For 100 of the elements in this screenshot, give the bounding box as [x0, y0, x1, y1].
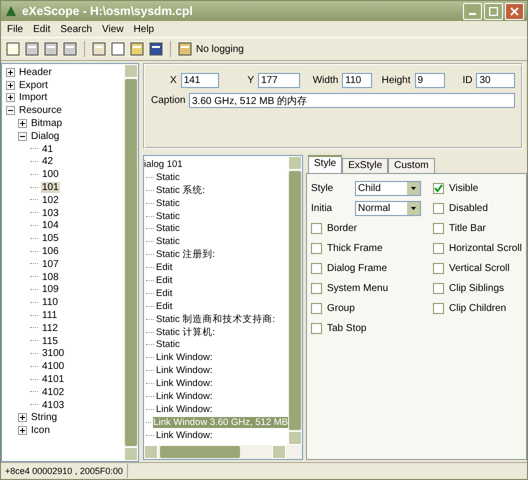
menu-item[interactable]: Search [60, 24, 92, 34]
tree-item[interactable]: 106 [41, 246, 60, 258]
menu-item[interactable]: File [7, 24, 24, 34]
dropdown-label: Initia [311, 203, 334, 214]
dropdown[interactable]: Normal [355, 201, 421, 216]
tree-item[interactable]: 3100 [41, 348, 66, 360]
tree-item[interactable]: 41 [41, 144, 54, 155]
list-item[interactable]: Link Window: [156, 390, 212, 402]
scrollbar[interactable] [288, 156, 302, 445]
tree-item[interactable]: 4103 [41, 400, 66, 411]
expand-icon[interactable] [6, 93, 15, 102]
list-item[interactable]: Edit [156, 300, 172, 312]
tree-item[interactable]: 4101 [41, 374, 66, 386]
list-item[interactable]: Link Window: [156, 430, 212, 441]
tree-item[interactable]: Import [18, 92, 48, 104]
tree-item[interactable]: 111 [41, 310, 58, 322]
expand-icon[interactable] [6, 68, 15, 77]
list-item[interactable]: Static 系统: [156, 184, 206, 197]
checkbox[interactable] [433, 283, 444, 294]
tree-item[interactable]: 102 [41, 194, 60, 206]
tree-item[interactable]: 103 [41, 208, 60, 219]
tree-item[interactable]: Icon [30, 425, 51, 436]
expand-icon[interactable] [18, 426, 27, 436]
checkbox[interactable] [311, 303, 322, 314]
list-item[interactable]: Link Window: [156, 404, 212, 415]
tree-item[interactable]: 4100 [41, 361, 66, 372]
expand-icon[interactable] [18, 119, 27, 128]
checkbox[interactable] [433, 243, 444, 254]
checkbox[interactable] [311, 263, 322, 274]
tree-item[interactable]: 107 [41, 258, 60, 270]
tree-item[interactable]: 110 [41, 297, 59, 308]
checkbox-label: Clip Children [449, 303, 506, 314]
checkbox[interactable] [311, 283, 322, 294]
list-item[interactable]: Static 制造商和技术支持商: [156, 312, 276, 326]
tree-item[interactable]: Dialog [30, 130, 60, 142]
checkmark-icon [434, 184, 443, 193]
dropdown[interactable]: Child [355, 181, 421, 196]
menu-item[interactable]: Help [134, 24, 154, 34]
tab[interactable]: Style [308, 155, 342, 173]
tree-item[interactable]: Resource [18, 105, 63, 116]
close-button[interactable] [505, 2, 524, 20]
tree-item[interactable]: 42 [41, 156, 54, 168]
list-item[interactable]: Edit [156, 274, 172, 286]
list-item[interactable]: Edit [156, 262, 172, 274]
tree-item[interactable]: String [30, 412, 58, 424]
list-item[interactable]: Static [156, 236, 180, 248]
list-item[interactable]: Link Window: [156, 378, 212, 390]
maximize-button[interactable] [484, 2, 503, 20]
tab[interactable]: ExStyle [342, 158, 388, 173]
checkbox[interactable] [433, 263, 444, 274]
scrollbar[interactable] [144, 445, 302, 459]
tree-item[interactable]: 112 [41, 322, 59, 334]
scrollbar[interactable] [124, 64, 138, 461]
tree-item[interactable]: Header [18, 66, 53, 78]
input-field[interactable]: 9 [414, 73, 444, 88]
checkbox-label: Thick Frame [327, 243, 383, 254]
expand-icon[interactable] [6, 80, 15, 90]
menu-item[interactable]: Edit [33, 24, 50, 34]
minimize-button[interactable] [463, 2, 482, 20]
list-item[interactable]: Static [156, 339, 180, 350]
list-item[interactable]: Static [156, 223, 180, 234]
tree-item[interactable]: 4102 [41, 386, 66, 398]
collapse-icon[interactable] [6, 106, 15, 116]
menu-item[interactable]: View [102, 24, 124, 34]
checkbox[interactable] [311, 223, 322, 234]
collapse-icon[interactable] [18, 132, 27, 141]
tree-item[interactable]: 109 [41, 284, 60, 296]
tree-item[interactable]: 115 [41, 336, 59, 347]
list-item[interactable]: Static [156, 172, 180, 183]
app-icon [4, 4, 18, 18]
tree-item[interactable]: 101 [41, 182, 60, 194]
input-field[interactable]: 141 [180, 73, 220, 88]
checkbox-label: Visible [449, 183, 478, 194]
list-item[interactable]: Static 注册到: [156, 248, 216, 262]
list-item[interactable]: ialog 101 [144, 158, 183, 170]
checkbox[interactable] [433, 223, 444, 234]
checkbox[interactable] [311, 243, 322, 254]
tree-item[interactable]: Bitmap [30, 118, 64, 130]
list-item[interactable]: Link Window: [156, 365, 212, 376]
tree-item[interactable]: 100 [41, 169, 60, 180]
input-field[interactable]: 110 [342, 73, 372, 88]
input-field[interactable]: 30 [476, 73, 516, 88]
checkbox[interactable] [311, 323, 322, 334]
list-item[interactable]: Static [156, 198, 180, 209]
tree-item[interactable]: 108 [41, 272, 60, 283]
list-item[interactable]: Edit [156, 288, 172, 299]
expand-icon[interactable] [18, 413, 27, 422]
checkbox[interactable] [433, 183, 444, 194]
checkbox-label: Vertical Scroll [449, 263, 510, 274]
list-item[interactable]: Link Window: [156, 352, 212, 364]
tree-item[interactable]: Export [18, 80, 49, 91]
tab[interactable]: Custom [388, 158, 435, 173]
input-field[interactable]: 177 [258, 73, 300, 88]
list-item[interactable]: Static [156, 210, 180, 222]
tree-item[interactable]: 104 [41, 220, 60, 232]
list-item[interactable]: Static 计算机: [156, 326, 216, 339]
checkbox[interactable] [433, 203, 444, 214]
tree-item[interactable]: 105 [41, 233, 60, 244]
checkbox[interactable] [433, 303, 444, 314]
input-field[interactable]: 3.60 GHz, 512 MB 的内存 [189, 93, 515, 108]
